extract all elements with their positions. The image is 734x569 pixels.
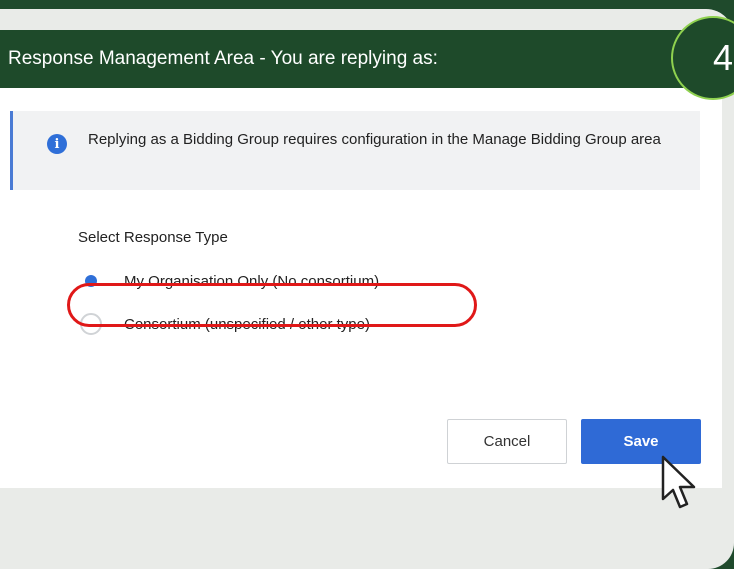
info-banner: i Replying as a Bidding Group requires c… (10, 111, 700, 190)
response-type-label: Select Response Type (78, 229, 228, 246)
dialog-header: Response Management Area - You are reply… (0, 30, 722, 88)
response-management-dialog: Response Management Area - You are reply… (0, 30, 722, 488)
info-message: Replying as a Bidding Group requires con… (88, 131, 661, 148)
dialog-title: Response Management Area - You are reply… (8, 48, 438, 69)
info-icon: i (47, 134, 67, 154)
selection-highlight-annotation (67, 283, 477, 327)
cancel-button[interactable]: Cancel (447, 419, 567, 464)
mouse-pointer-icon (661, 455, 696, 509)
